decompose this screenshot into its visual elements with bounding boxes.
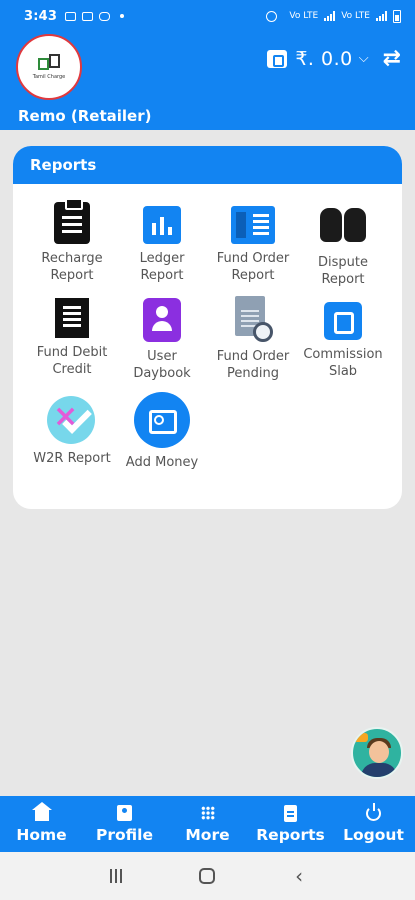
tile-label: User Daybook (133, 349, 191, 381)
pending-doc-icon (233, 296, 273, 342)
document-icon (231, 206, 275, 244)
balance-amount: ₹. 0.0 (295, 47, 353, 70)
commission-slab-tile[interactable]: Commission Slab (295, 298, 391, 380)
nav-more[interactable]: More (166, 796, 249, 852)
back-button[interactable]: ‹ (284, 864, 314, 888)
app-icon (82, 11, 94, 21)
home-circle-icon (199, 868, 216, 884)
alarm-icon (266, 10, 278, 22)
battery-icon (393, 9, 401, 23)
fund-order-report-tile[interactable]: Fund Order Report (205, 202, 301, 284)
tile-label: W2R Report (33, 451, 111, 466)
nav-logout[interactable]: Logout (332, 796, 415, 852)
wallet-balance[interactable]: ₹. 0.0 ⌵ ⇄ (267, 46, 401, 71)
chat-bubble-icon (354, 733, 368, 742)
profile-icon (117, 805, 132, 821)
nav-home[interactable]: Home (0, 796, 83, 852)
status-right: Vo LTE Vo LTE (266, 9, 401, 23)
app-header: 3:43 Vo LTE Vo LTE Tamil Charge Remo (Re… (0, 0, 415, 130)
nav-profile[interactable]: Profile (83, 796, 166, 852)
user-daybook-tile[interactable]: User Daybook (114, 298, 210, 382)
back-icon: ‹ (295, 864, 304, 888)
logo-mark-icon (38, 54, 60, 72)
vol-lte2-icon: Vo LTE (341, 11, 370, 21)
ledger-report-tile[interactable]: Ledger Report (114, 202, 210, 284)
home-button[interactable] (192, 868, 222, 884)
photo-icon (65, 11, 77, 21)
bar-chart-icon (143, 206, 181, 244)
signal2-icon (376, 11, 387, 21)
nav-label: Reports (256, 826, 325, 844)
status-time: 3:43 (24, 8, 58, 24)
chevron-down-icon[interactable]: ⌵ (359, 51, 369, 66)
w2r-report-tile[interactable]: × W2R Report (24, 396, 120, 467)
add-money-icon (134, 392, 190, 448)
notification-dot (120, 14, 125, 18)
receipt-icon (55, 298, 89, 338)
support-agent-button[interactable] (351, 727, 403, 779)
chat-icon (99, 11, 111, 21)
dispute-report-tile[interactable]: Dispute Report (295, 202, 391, 288)
tile-label: Add Money (125, 455, 199, 470)
dispute-icon (320, 202, 366, 248)
clipboard-icon (54, 198, 90, 244)
tile-label: Fund Order Pending (216, 349, 290, 381)
home-icon (31, 802, 52, 821)
w2r-icon: × (47, 396, 97, 444)
reports-card: Reports Recharge Report Ledger Report Fu… (13, 146, 402, 509)
fund-debit-credit-tile[interactable]: Fund Debit Credit (24, 298, 120, 378)
logo-text: Tamil Charge (32, 74, 66, 80)
refresh-icon[interactable]: ⇄ (383, 46, 401, 71)
tile-label: Recharge Report (41, 251, 103, 283)
fund-order-pending-tile[interactable]: Fund Order Pending (205, 296, 301, 382)
grid-icon (200, 806, 215, 820)
tile-label: Fund Debit Credit (36, 345, 108, 377)
reports-card-title: Reports (13, 146, 402, 184)
user-book-icon (143, 298, 181, 342)
app-logo[interactable]: Tamil Charge (16, 34, 82, 100)
wallet-icon (324, 302, 362, 340)
tile-label: Dispute Report (318, 255, 368, 287)
reports-grid: Recharge Report Ledger Report Fund Order… (13, 184, 402, 509)
system-nav-bar: ‹ (0, 852, 415, 900)
status-bar: 3:43 Vo LTE Vo LTE (0, 0, 415, 32)
nav-label: Logout (343, 826, 404, 844)
vol-lte-icon: Vo LTE (289, 11, 319, 21)
power-icon (366, 802, 381, 821)
nav-label: Profile (96, 826, 153, 844)
nav-reports[interactable]: Reports (249, 796, 332, 852)
recents-button[interactable] (101, 869, 131, 883)
bottom-nav: Home Profile More Reports Logout (0, 796, 415, 852)
agent-face (369, 741, 389, 763)
user-name: Remo (Retailer) (18, 107, 152, 125)
agent-body (361, 763, 397, 777)
tile-label: Fund Order Report (216, 251, 290, 283)
signal-icon (324, 11, 336, 21)
report-icon (284, 804, 297, 822)
add-money-tile[interactable]: Add Money (114, 392, 210, 471)
wallet-icon (267, 49, 288, 68)
recharge-report-tile[interactable]: Recharge Report (24, 198, 120, 284)
recents-icon (109, 869, 122, 883)
nav-label: Home (16, 826, 67, 844)
nav-label: More (185, 826, 230, 844)
tile-label: Commission Slab (303, 347, 383, 379)
tile-label: Ledger Report (139, 251, 185, 283)
